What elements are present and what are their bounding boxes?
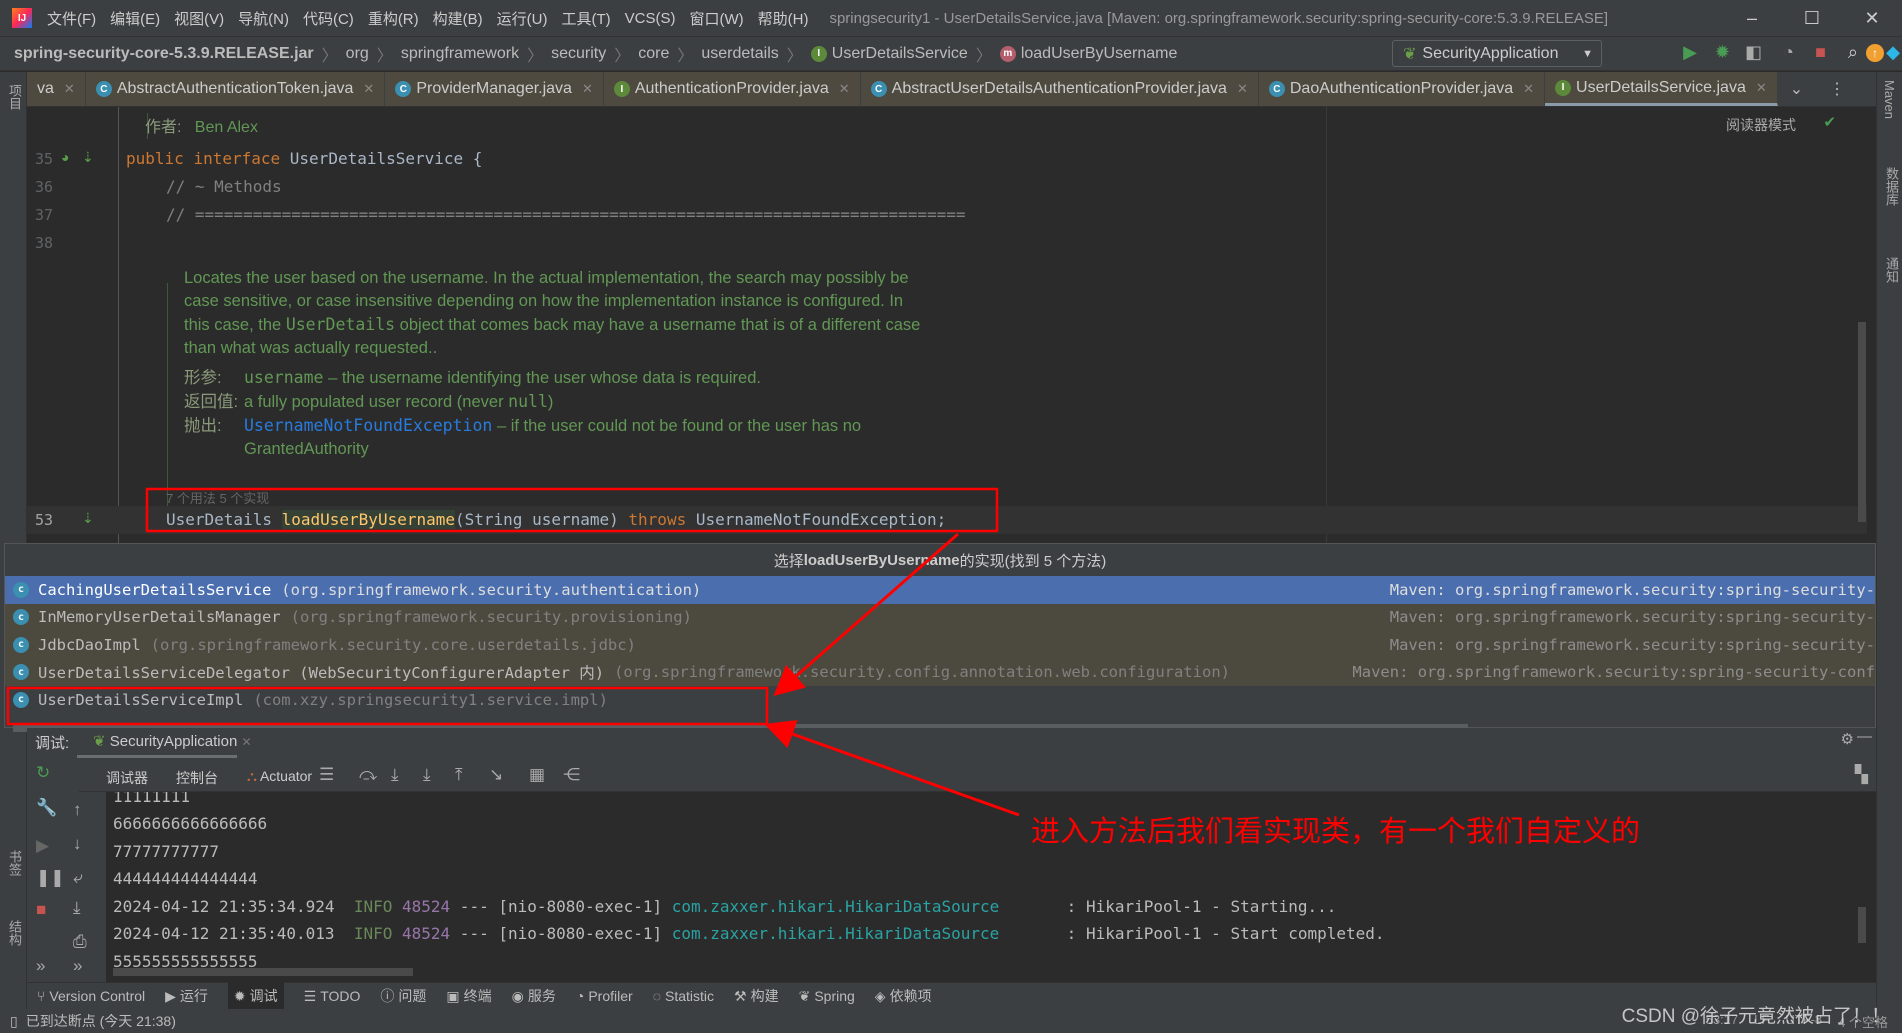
arrow-to-impl <box>773 532 959 696</box>
tool-build[interactable]: ⚒ 构建 <box>734 986 779 1006</box>
tool-window-bar: ⑂ Version Control ▶ 运行 ✹ 调试 ☰ TODO ⓘ 问题 ▣ 终端 ◉… <box>27 982 1876 1010</box>
tool-label: 终端 <box>463 988 492 1004</box>
tool-debug[interactable]: ✹ 调试 <box>227 982 284 1010</box>
spring-icon: ❦ <box>798 987 811 1004</box>
tool-statistic[interactable]: ◌ Statistic <box>653 988 714 1004</box>
highlight-box-impl <box>6 686 769 726</box>
tool-label: 调试 <box>249 988 278 1004</box>
tool-spring[interactable]: ❦ Spring <box>799 988 855 1005</box>
status-toggle-icon[interactable]: ▯ <box>10 1013 18 1030</box>
run-icon: ▶ <box>165 987 176 1004</box>
tool-version-control[interactable]: ⑂ Version Control <box>37 988 145 1004</box>
tool-label: 问题 <box>398 988 427 1004</box>
tool-services[interactable]: ◉ 服务 <box>512 986 556 1006</box>
tool-label: 服务 <box>527 988 556 1004</box>
services-icon: ◉ <box>511 987 524 1004</box>
vcs-icon: ⑂ <box>37 988 46 1004</box>
problems-icon: ⓘ <box>380 988 395 1004</box>
highlight-box-method <box>145 487 999 533</box>
annotation-overlay <box>6 487 1020 817</box>
tool-problems[interactable]: ⓘ 问题 <box>380 986 426 1006</box>
debug-bug-icon: ✹ <box>233 987 246 1004</box>
tool-label: TODO <box>320 988 361 1004</box>
tool-todo[interactable]: ☰ TODO <box>304 988 361 1005</box>
profiler-icon: ◔ <box>575 988 585 1004</box>
tool-label: Statistic <box>665 988 715 1004</box>
tool-label: 运行 <box>179 988 208 1004</box>
list-icon: ☰ <box>303 987 317 1004</box>
statistic-icon: ◌ <box>652 988 662 1004</box>
tool-label: 构建 <box>750 988 779 1004</box>
dependencies-icon: ◈ <box>874 987 886 1004</box>
tool-label: Profiler <box>588 988 633 1004</box>
tool-run[interactable]: ▶ 运行 <box>165 986 208 1006</box>
hammer-icon: ⚒ <box>734 987 747 1004</box>
tool-label: Spring <box>814 988 855 1004</box>
terminal-icon: ▣ <box>446 987 460 1004</box>
tool-terminal[interactable]: ▣ 终端 <box>446 986 491 1006</box>
watermark: CSDN @徐子元竟然被占了！！ <box>1621 1006 1890 1027</box>
tool-profiler[interactable]: ◔ Profiler <box>576 988 633 1004</box>
tool-dependencies[interactable]: ◈ 依赖项 <box>875 986 932 1006</box>
tool-label: Version Control <box>49 988 146 1004</box>
tool-label: 依赖项 <box>889 988 932 1004</box>
arrow-from-annotation <box>764 719 1020 817</box>
status-bar: ▯ 已到达断点 (今天 21:38) 53:17 LF UTF-8 4 个空格 … <box>0 1006 1902 1033</box>
status-message: 已到达断点 (今天 21:38) <box>25 1013 176 1029</box>
